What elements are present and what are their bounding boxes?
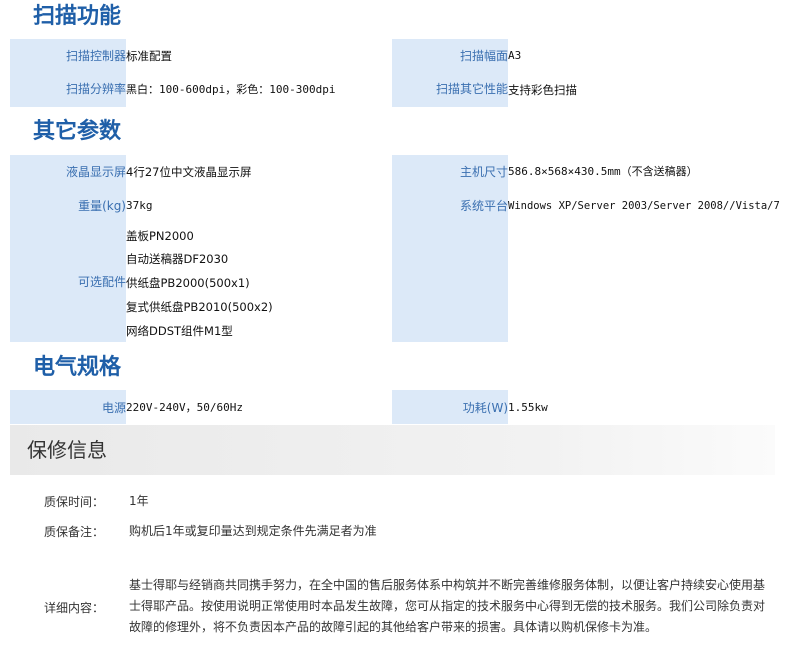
spec-value: 标准配置 [126,49,172,63]
spec-value: 1.55kw [508,401,548,414]
spec-value: 37kg [126,199,153,212]
option-item: 复式供纸盘PB2010(500x2) [126,300,273,314]
option-item: 网络DDST组件M1型 [126,324,233,338]
spec-value: A3 [508,49,522,62]
option-item: 供纸盘PB2000(500x1) [126,276,250,290]
spec-value: Windows XP/Server 2003/Server 2008//Vist… [508,200,780,212]
warranty-note-value: 购机后1年或复印量达到规定条件先满足者为准 [129,524,377,538]
warranty-detail-value: 基士得耶与经销商共同携手努力，在全中国的售后服务体系中构筑并不断完善维修服务体制… [129,578,766,634]
option-item: 自动送稿器DF2030 [126,252,229,266]
spec-label: 主机尺寸 [459,165,508,179]
section-title-scan: 扫描功能 [33,4,122,29]
spec-label: 电源 [101,401,126,415]
spec-value: 支持彩色扫描 [508,83,577,97]
warranty-detail-label: 详细内容： [43,601,104,615]
warranty-period-label: 质保时间： [43,495,104,509]
warranty-title: 保修信息 [27,438,107,462]
spec-label: 扫描控制器 [65,49,126,63]
warranty-header-band [10,425,775,475]
spec-value: 4行27位中文液晶显示屏 [126,165,252,179]
spec-value: 黑白：100-600dpi，彩色：100-300dpi [126,83,336,96]
spec-label: 功耗(W) [462,401,508,415]
option-item: 盖板PN2000 [126,229,194,243]
spec-label-options: 可选配件 [77,275,126,289]
spec-value: 586.8×568×430.5mm（不含送稿器） [508,165,698,178]
label-column-bg [10,155,126,342]
spec-label: 扫描幅面 [459,49,508,63]
spec-value: 220V-240V，50/60Hz [126,401,243,414]
warranty-period-value: 1年 [129,494,149,508]
warranty-note-label: 质保备注： [43,525,104,539]
spec-label: 系统平台 [459,199,508,213]
label-column-bg [392,155,508,342]
spec-label: 扫描分辨率 [65,82,126,96]
spec-label: 重量(kg) [78,199,126,213]
section-title-other: 其它参数 [33,119,122,144]
spec-label: 扫描其它性能 [435,82,508,96]
section-title-electric: 电气规格 [33,355,122,380]
spec-label: 液晶显示屏 [65,165,126,179]
